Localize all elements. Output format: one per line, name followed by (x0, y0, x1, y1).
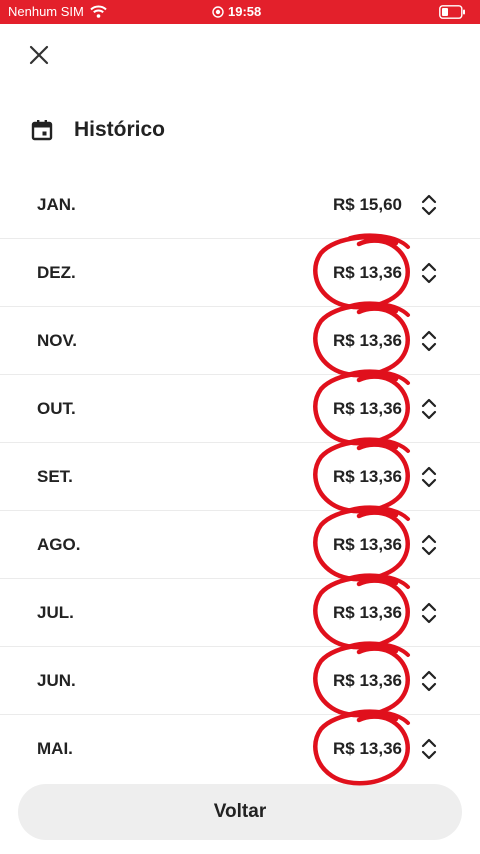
expand-chevron-icon[interactable] (419, 600, 439, 626)
amount-value: R$ 13,36 (333, 331, 402, 350)
carrier-label: Nenhum SIM (8, 4, 84, 19)
status-right (439, 5, 466, 22)
calendar-icon (31, 120, 53, 141)
history-list: JAN. R$ 15,60 DEZ. R$ 13,36 NOV. R$ 13,36 OUT.… (0, 171, 480, 786)
close-button[interactable] (22, 38, 56, 72)
history-row[interactable]: JUL. R$ 13,36 (0, 573, 480, 650)
month-label: MAI. (37, 739, 73, 758)
status-bar: Nenhum SIM 19:58 (0, 0, 480, 24)
history-row[interactable]: NOV. R$ 13,36 (0, 301, 480, 378)
history-row[interactable]: MAI. R$ 13,36 (0, 709, 480, 786)
month-label: SET. (37, 467, 73, 486)
amount-value: R$ 13,36 (333, 603, 402, 622)
status-center: 19:58 (212, 4, 261, 19)
location-lock-icon (212, 5, 224, 18)
month-label: JAN. (37, 195, 76, 214)
history-row[interactable]: OUT. R$ 13,36 (0, 369, 480, 446)
status-left: Nenhum SIM (8, 4, 107, 19)
amount-value: R$ 13,36 (333, 399, 402, 418)
amount-value: R$ 13,36 (333, 671, 402, 690)
amount-value: R$ 13,36 (333, 467, 402, 486)
month-label: JUL. (37, 603, 74, 622)
wifi-icon (90, 5, 107, 18)
amount-value: R$ 13,36 (333, 263, 402, 282)
amount-value: R$ 15,60 (333, 195, 402, 214)
history-row[interactable]: AGO. R$ 13,36 (0, 505, 480, 582)
expand-chevron-icon[interactable] (419, 668, 439, 694)
back-button[interactable]: Voltar (18, 784, 462, 840)
amount-value: R$ 13,36 (333, 739, 402, 758)
expand-chevron-icon[interactable] (419, 464, 439, 490)
expand-chevron-icon[interactable] (419, 192, 439, 218)
history-row[interactable]: JAN. R$ 15,60 (0, 171, 480, 239)
month-label: JUN. (37, 671, 76, 690)
page-title: Histórico (74, 118, 166, 141)
history-header: Histórico (30, 118, 165, 142)
clock: 19:58 (228, 4, 262, 19)
amount-value: R$ 13,36 (333, 535, 402, 554)
history-row[interactable]: JUN. R$ 13,36 (0, 641, 480, 718)
month-label: AGO. (37, 535, 81, 554)
expand-chevron-icon[interactable] (419, 396, 439, 422)
month-label: OUT. (37, 399, 76, 418)
history-row[interactable]: DEZ. R$ 13,36 (0, 233, 480, 310)
month-label: NOV. (37, 331, 78, 350)
battery-icon (439, 5, 465, 19)
history-row[interactable]: SET. R$ 13,36 (0, 437, 480, 514)
month-label: DEZ. (37, 263, 76, 282)
expand-chevron-icon[interactable] (419, 736, 439, 762)
expand-chevron-icon[interactable] (419, 532, 439, 558)
expand-chevron-icon[interactable] (419, 260, 439, 286)
expand-chevron-icon[interactable] (419, 328, 439, 354)
close-icon (29, 45, 49, 65)
